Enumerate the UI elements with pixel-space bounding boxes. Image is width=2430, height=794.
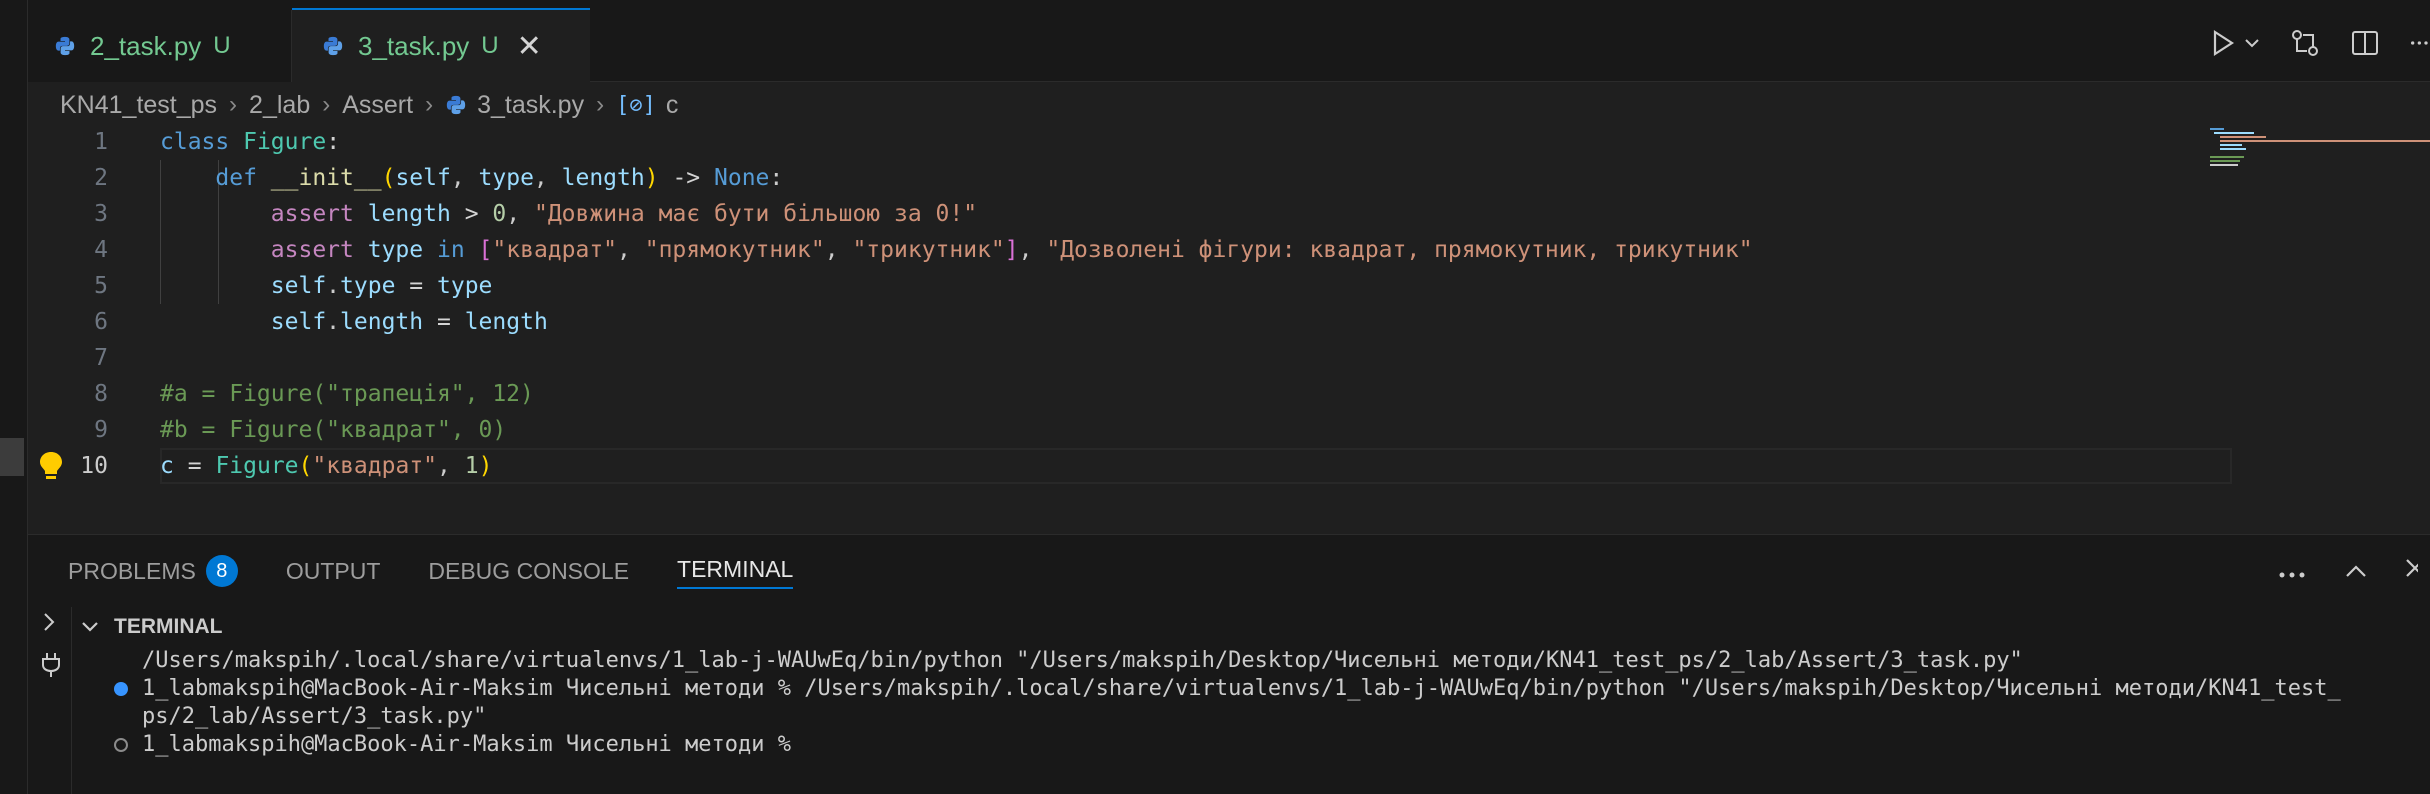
chevron-right-icon: › <box>596 91 605 118</box>
code-line: 9 #b = Figure("квадрат", 0) <box>28 412 2430 448</box>
code-text: assert type in ["квадрат", "прямокутник"… <box>270 237 1753 263</box>
chevron-right-icon: › <box>425 91 434 118</box>
bottom-panel: PROBLEMS 8 OUTPUT DEBUG CONSOLE TERMINAL <box>28 534 2430 794</box>
terminal-line: /Users/makspih/.local/share/virtualenvs/… <box>142 648 2023 673</box>
line-number: 5 <box>94 273 108 299</box>
chevron-up-icon[interactable] <box>2344 555 2368 586</box>
command-success-decoration[interactable] <box>114 682 128 696</box>
breadcrumb-item[interactable]: KN41_test_ps <box>60 91 217 120</box>
activity-bar <box>0 0 28 794</box>
breadcrumb-item[interactable]: 3_task.py <box>477 91 584 120</box>
code-text: class Figure: <box>160 129 341 155</box>
code-line-active: 10 c = Figure("квадрат", 1) <box>28 448 2430 484</box>
git-status-badge: U <box>213 32 231 59</box>
terminal-line: 1_labmakspih@MacBook-Air-Maksim Чисельні… <box>142 676 2341 701</box>
line-number: 7 <box>94 345 108 371</box>
command-pending-decoration[interactable] <box>114 738 128 752</box>
code-text: def __init__(self, type, length) -> None… <box>215 165 784 191</box>
terminal-section-header[interactable]: TERMINAL <box>80 609 223 645</box>
python-file-icon <box>323 36 343 56</box>
code-line: 3 assert length > 0, "Довжина має бути б… <box>28 196 2430 232</box>
chevron-down-icon[interactable] <box>2244 37 2260 49</box>
tab-problems[interactable]: PROBLEMS 8 <box>68 553 238 589</box>
code-line: 8 #a = Figure("трапеція", 12) <box>28 376 2430 412</box>
plug-icon[interactable] <box>40 651 62 685</box>
more-actions-icon[interactable] <box>2278 555 2308 586</box>
tab-label: OUTPUT <box>285 557 381 584</box>
run-icon[interactable] <box>2210 29 2236 57</box>
minimap[interactable] <box>2208 124 2430 194</box>
terminal-header-label: TERMINAL <box>114 615 223 638</box>
terminal-output[interactable]: /Users/makspih/.local/share/virtualenvs/… <box>72 647 2430 794</box>
line-number: 6 <box>94 309 108 335</box>
panel-tabs: PROBLEMS 8 OUTPUT DEBUG CONSOLE TERMINAL <box>68 553 794 589</box>
problems-count-badge: 8 <box>205 555 238 587</box>
line-number: 2 <box>94 165 108 191</box>
compare-changes-icon[interactable] <box>2290 28 2320 58</box>
panel-actions <box>2278 555 2418 586</box>
line-number: 9 <box>94 417 108 443</box>
code-line: 2 def __init__(self, type, length) -> No… <box>28 160 2430 196</box>
breadcrumb-item[interactable]: c <box>666 91 679 120</box>
tab-label: DEBUG CONSOLE <box>428 557 630 584</box>
editor-actions <box>2210 28 2430 58</box>
lightbulb-icon[interactable] <box>36 450 66 482</box>
git-status-badge: U <box>481 32 499 59</box>
code-text: assert length > 0, "Довжина має бути біл… <box>270 201 978 227</box>
code-text: self.type = type <box>270 273 493 299</box>
tab-label: 3_task.py <box>358 30 470 61</box>
line-number: 4 <box>94 237 108 263</box>
code-editor[interactable]: 1 class Figure: 2 def __init__(self, typ… <box>28 124 2430 534</box>
python-file-icon <box>55 36 75 56</box>
code-line: 1 class Figure: <box>28 124 2430 160</box>
tab-label: PROBLEMS <box>68 557 196 584</box>
code-line: 5 self.type = type <box>28 268 2430 304</box>
code-comment: #b = Figure("квадрат", 0) <box>160 417 507 443</box>
code-text: self.length = length <box>270 309 548 335</box>
terminal-line: ps/2_lab/Assert/3_task.py" <box>142 704 487 729</box>
tab-output[interactable]: OUTPUT <box>286 553 381 589</box>
chevron-down-icon <box>82 622 98 632</box>
code-line: 4 assert type in ["квадрат", "прямокутни… <box>28 232 2430 268</box>
line-number: 8 <box>94 381 108 407</box>
tab-debug-console[interactable]: DEBUG CONSOLE <box>428 553 629 589</box>
breadcrumb: KN41_test_ps › 2_lab › Assert › 3_task.p… <box>60 88 678 122</box>
more-actions-icon[interactable] <box>2410 39 2430 47</box>
code-comment: #a = Figure("трапеція", 12) <box>160 381 534 407</box>
code-line: 6 self.length = length <box>28 304 2430 340</box>
code-text: c = Figure("квадрат", 1) <box>160 453 493 479</box>
close-icon[interactable] <box>2404 555 2418 586</box>
tab-label: TERMINAL <box>677 555 794 582</box>
code-line: 7 <box>28 340 2430 376</box>
editor-tab-bar: 2_task.py U 3_task.py U ✕ <box>28 0 2430 82</box>
tab-label: 2_task.py <box>90 30 202 61</box>
chevron-right-icon: › <box>322 91 331 118</box>
python-file-icon <box>446 95 466 115</box>
variable-icon: [⊘] <box>616 92 656 118</box>
chevron-right-icon[interactable] <box>40 611 58 639</box>
terminal-sidebar <box>28 607 72 794</box>
activity-bar-marker <box>0 438 24 476</box>
terminal-prompt: 1_labmakspih@MacBook-Air-Maksim Чисельні… <box>142 732 805 757</box>
tab-3-task[interactable]: 3_task.py U ✕ <box>292 8 590 82</box>
breadcrumb-item[interactable]: 2_lab <box>249 91 310 120</box>
tab-terminal[interactable]: TERMINAL <box>677 553 794 589</box>
split-editor-icon[interactable] <box>2350 28 2380 58</box>
line-number: 3 <box>94 201 108 227</box>
close-icon[interactable]: ✕ <box>517 29 542 64</box>
breadcrumb-item[interactable]: Assert <box>342 91 413 120</box>
chevron-right-icon: › <box>229 91 238 118</box>
line-number: 1 <box>94 129 108 155</box>
tab-2-task[interactable]: 2_task.py U <box>28 10 292 82</box>
